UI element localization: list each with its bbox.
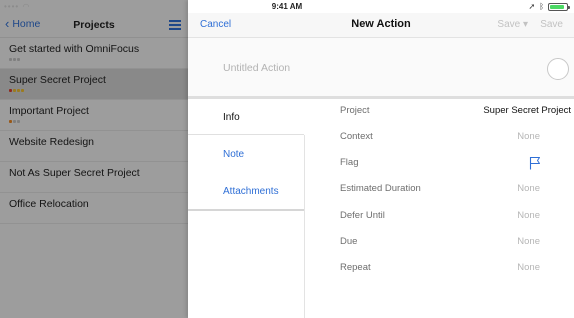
status-bar: •••• ◠ 9:41 AM ➚ ᛒ [0, 0, 574, 13]
battery-icon [548, 2, 570, 11]
field-value: None [517, 183, 540, 194]
tab-attachments[interactable]: Attachments [223, 186, 279, 197]
detail-tabs: Info Note Attachments [188, 99, 305, 318]
field-label: Due [340, 236, 358, 247]
field-value: None [517, 210, 540, 221]
action-title-input[interactable] [223, 62, 513, 74]
field-label: Repeat [340, 262, 371, 273]
field-label: Flag [340, 157, 359, 168]
battery-level [550, 4, 564, 9]
tab-separator [188, 209, 304, 211]
new-action-sheet: Cancel New Action Save ▾ Save Info Note … [188, 0, 574, 318]
field-label: Defer Until [340, 210, 385, 221]
tab-separator [188, 134, 304, 135]
status-right-icons: ➚ ᛒ [528, 2, 570, 11]
save-menu-button[interactable]: Save ▾ [497, 19, 528, 30]
bluetooth-icon: ᛒ [539, 2, 544, 11]
defer-until-field[interactable]: Defer Until None [330, 204, 574, 230]
modal-dim-overlay[interactable] [0, 0, 188, 318]
location-icon: ➚ [528, 2, 536, 11]
flag-outline-icon[interactable] [529, 156, 541, 170]
estimated-duration-field[interactable]: Estimated Duration None [330, 177, 574, 203]
action-title-area [188, 38, 574, 96]
field-value: None [517, 262, 540, 273]
tab-info[interactable]: Info [223, 112, 240, 123]
field-label: Context [340, 131, 373, 142]
tab-note[interactable]: Note [223, 149, 244, 160]
project-field[interactable]: Project Super Secret Project [330, 99, 574, 125]
flag-field[interactable]: Flag [330, 151, 574, 177]
field-label: Project [340, 105, 370, 116]
due-field[interactable]: Due None [330, 230, 574, 256]
tabs-vertical-divider [304, 135, 305, 318]
field-value: Super Secret Project [483, 105, 571, 116]
repeat-field[interactable]: Repeat None [330, 256, 574, 282]
save-button[interactable]: Save [540, 19, 563, 30]
context-field[interactable]: Context None [330, 125, 574, 151]
completion-circle-button[interactable] [547, 58, 569, 80]
field-value: None [517, 131, 540, 142]
field-label: Estimated Duration [340, 183, 421, 194]
status-time: 9:41 AM [271, 2, 303, 11]
sheet-nav-bar: Cancel New Action Save ▾ Save [188, 13, 574, 38]
field-value: None [517, 236, 540, 247]
